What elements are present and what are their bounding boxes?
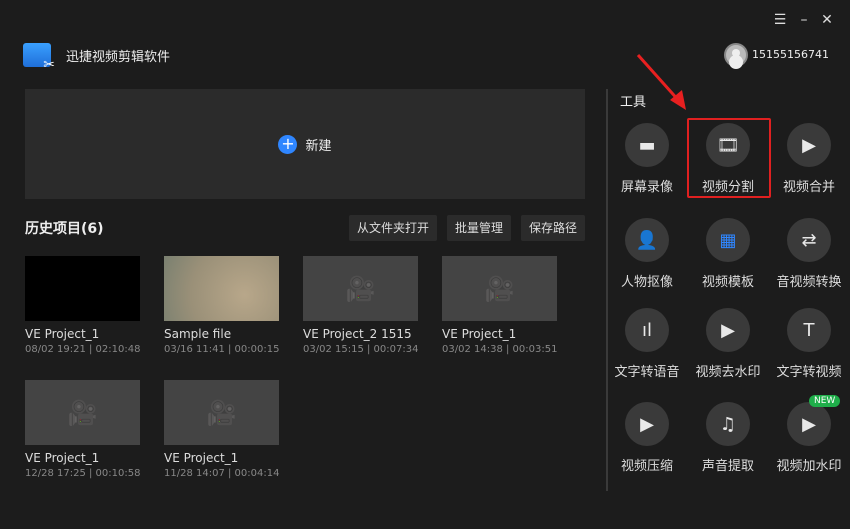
project-card[interactable]: VE Project_1 08/02 19:21 | 02:10:48 (25, 256, 140, 355)
tool-label: 人物抠像 (607, 271, 687, 290)
project-card[interactable]: 🎥 VE Project_1 11/28 14:07 | 00:04:14 (164, 380, 279, 479)
tool-9[interactable]: T 文字转视频 (769, 308, 849, 380)
project-meta: 08/02 19:21 | 02:10:48 (25, 344, 140, 355)
project-title: VE Project_1 (442, 327, 557, 341)
save-path-button[interactable]: 保存路径 (521, 215, 585, 241)
project-meta: 12/28 17:25 | 00:10:58 (25, 468, 140, 479)
video-camera-icon: 🎥 (68, 399, 98, 427)
project-meta: 03/02 14:38 | 00:03:51 (442, 344, 557, 355)
project-title: VE Project_1 (164, 451, 279, 465)
close-button[interactable]: ✕ (819, 12, 835, 30)
user-account[interactable]: 15155156741 (752, 48, 829, 61)
project-thumbnail[interactable]: 🎥 (25, 380, 140, 445)
tool-12[interactable]: ▶ 视频加水印 (769, 402, 849, 474)
tool-icon: ▬ (625, 123, 669, 167)
tool-label: 视频去水印 (688, 361, 768, 380)
tool-icon: 👤 (625, 218, 669, 262)
tool-label: 视频加水印 (769, 455, 849, 474)
project-card[interactable]: 🎥 VE Project_1 03/02 14:38 | 00:03:51 (442, 256, 557, 355)
project-card[interactable]: 🎥 VE Project_2 1515 03/02 15:15 | 00:07:… (303, 256, 418, 355)
project-card[interactable]: 🎥 VE Project_1 12/28 17:25 | 00:10:58 (25, 380, 140, 479)
minimize-button[interactable]: – (796, 12, 812, 30)
tool-3[interactable]: ▶ 视频合并 (769, 123, 849, 195)
project-thumbnail[interactable]: 🎥 (303, 256, 418, 321)
video-camera-icon: 🎥 (346, 275, 376, 303)
new-project-button[interactable]: + 新建 (25, 89, 585, 199)
tool-icon: ▶ (625, 402, 669, 446)
tool-label: 文字转语音 (607, 361, 687, 380)
tool-label: 音视频转换 (769, 271, 849, 290)
project-title: VE Project_1 (25, 327, 140, 341)
video-camera-icon: 🎥 (207, 399, 237, 427)
project-title: VE Project_2 1515 (303, 327, 418, 341)
tool-label: 视频模板 (688, 271, 768, 290)
red-arrow-icon (630, 50, 690, 115)
highlight-box (687, 118, 771, 198)
avatar[interactable] (724, 43, 748, 67)
tool-label: 屏幕录像 (607, 176, 687, 195)
open-folder-button[interactable]: 从文件夹打开 (349, 215, 437, 241)
batch-manage-button[interactable]: 批量管理 (447, 215, 511, 241)
project-meta: 11/28 14:07 | 00:04:14 (164, 468, 279, 479)
tool-label: 文字转视频 (769, 361, 849, 380)
new-badge: NEW (809, 395, 840, 407)
project-meta: 03/02 15:15 | 00:07:34 (303, 344, 418, 355)
project-thumbnail[interactable] (164, 256, 279, 321)
project-title: VE Project_1 (25, 451, 140, 465)
tool-icon: ⇄ (787, 218, 831, 262)
tool-1[interactable]: ▬ 屏幕录像 (607, 123, 687, 195)
project-card[interactable]: Sample file 03/16 11:41 | 00:00:15 (164, 256, 279, 355)
tool-10[interactable]: ▶ 视频压缩 (607, 402, 687, 474)
tool-icon: ♫ (706, 402, 750, 446)
tool-icon: ▦ (706, 218, 750, 262)
project-title: Sample file (164, 327, 279, 341)
project-thumbnail[interactable]: 🎥 (442, 256, 557, 321)
tool-icon: ▶ (787, 402, 831, 446)
tool-label: 视频合并 (769, 176, 849, 195)
tool-label: 声音提取 (688, 455, 768, 474)
plus-icon: + (278, 135, 297, 154)
tool-icon: ▶ (706, 308, 750, 352)
tool-icon: ıl (625, 308, 669, 352)
tool-8[interactable]: ▶ 视频去水印 (688, 308, 768, 380)
tool-6[interactable]: ⇄ 音视频转换 (769, 218, 849, 290)
new-project-label: 新建 (305, 135, 331, 154)
tool-5[interactable]: ▦ 视频模板 (688, 218, 768, 290)
tool-11[interactable]: ♫ 声音提取 (688, 402, 768, 474)
project-meta: 03/16 11:41 | 00:00:15 (164, 344, 279, 355)
app-name: 迅捷视频剪辑软件 (66, 46, 170, 65)
tool-label: 视频压缩 (607, 455, 687, 474)
project-thumbnail[interactable] (25, 256, 140, 321)
tool-4[interactable]: 👤 人物抠像 (607, 218, 687, 290)
history-title: 历史项目(6) (25, 218, 104, 238)
video-camera-icon: 🎥 (485, 275, 515, 303)
tool-icon: ▶ (787, 123, 831, 167)
project-thumbnail[interactable]: 🎥 (164, 380, 279, 445)
menu-icon[interactable]: ☰ (772, 12, 788, 30)
tool-icon: T (787, 308, 831, 352)
app-logo-icon (23, 43, 51, 67)
tool-7[interactable]: ıl 文字转语音 (607, 308, 687, 380)
